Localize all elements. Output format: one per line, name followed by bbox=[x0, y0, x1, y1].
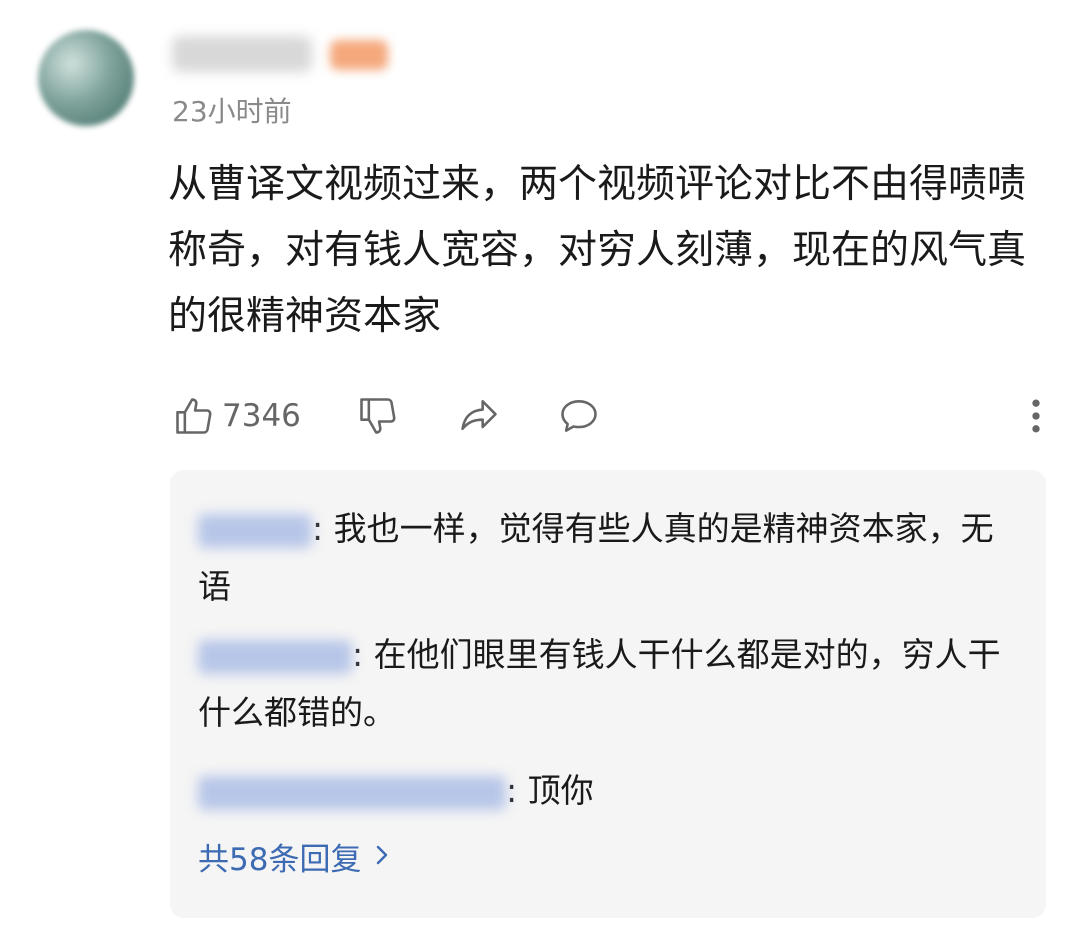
view-all-replies-label: 共58条回复 bbox=[198, 842, 362, 878]
reply-item[interactable]: : 我也一样，觉得有些人真的是精神资本家，无语 bbox=[198, 500, 1018, 616]
comment-timestamp: 23小时前 bbox=[172, 95, 292, 128]
replies-panel: : 我也一样，觉得有些人真的是精神资本家，无语 : 在他们眼里有钱人干什么都是对… bbox=[170, 470, 1046, 918]
reply-username-redacted[interactable] bbox=[198, 775, 506, 810]
thumbs-down-icon bbox=[356, 394, 400, 438]
reply-item[interactable]: : 在他们眼里有钱人干什么都是对的，穷人干什么都错的。 bbox=[198, 626, 1018, 742]
username-redacted[interactable] bbox=[172, 36, 312, 72]
chevron-right-icon bbox=[375, 839, 389, 875]
reply-username-redacted[interactable] bbox=[198, 639, 352, 674]
reply-item[interactable]: : 顶你 bbox=[198, 762, 1018, 820]
thumbs-up-icon bbox=[172, 394, 216, 438]
reply-button[interactable] bbox=[556, 388, 602, 444]
share-button[interactable] bbox=[456, 388, 502, 444]
comment-action-bar: 7346 bbox=[172, 388, 1046, 444]
more-vertical-icon bbox=[1026, 394, 1046, 438]
comment-bubble-icon bbox=[556, 394, 602, 438]
reply-text: : 我也一样，觉得有些人真的是精神资本家，无语 bbox=[198, 509, 994, 606]
more-options-button[interactable] bbox=[1026, 388, 1046, 444]
view-all-replies-link[interactable]: 共58条回复 bbox=[198, 834, 389, 879]
user-badge-redacted bbox=[330, 40, 388, 70]
reply-username-redacted[interactable] bbox=[198, 513, 312, 548]
reply-text: : 顶你 bbox=[506, 771, 594, 810]
avatar[interactable] bbox=[38, 30, 134, 126]
like-button[interactable]: 7346 bbox=[172, 388, 301, 444]
dislike-button[interactable] bbox=[356, 388, 400, 444]
comment-text: 从曹译文视频过来，两个视频评论对比不由得啧啧称奇，对有钱人宽容，对穷人刻薄，现在… bbox=[168, 162, 1027, 339]
share-icon bbox=[456, 394, 502, 438]
like-count: 7346 bbox=[222, 398, 301, 434]
